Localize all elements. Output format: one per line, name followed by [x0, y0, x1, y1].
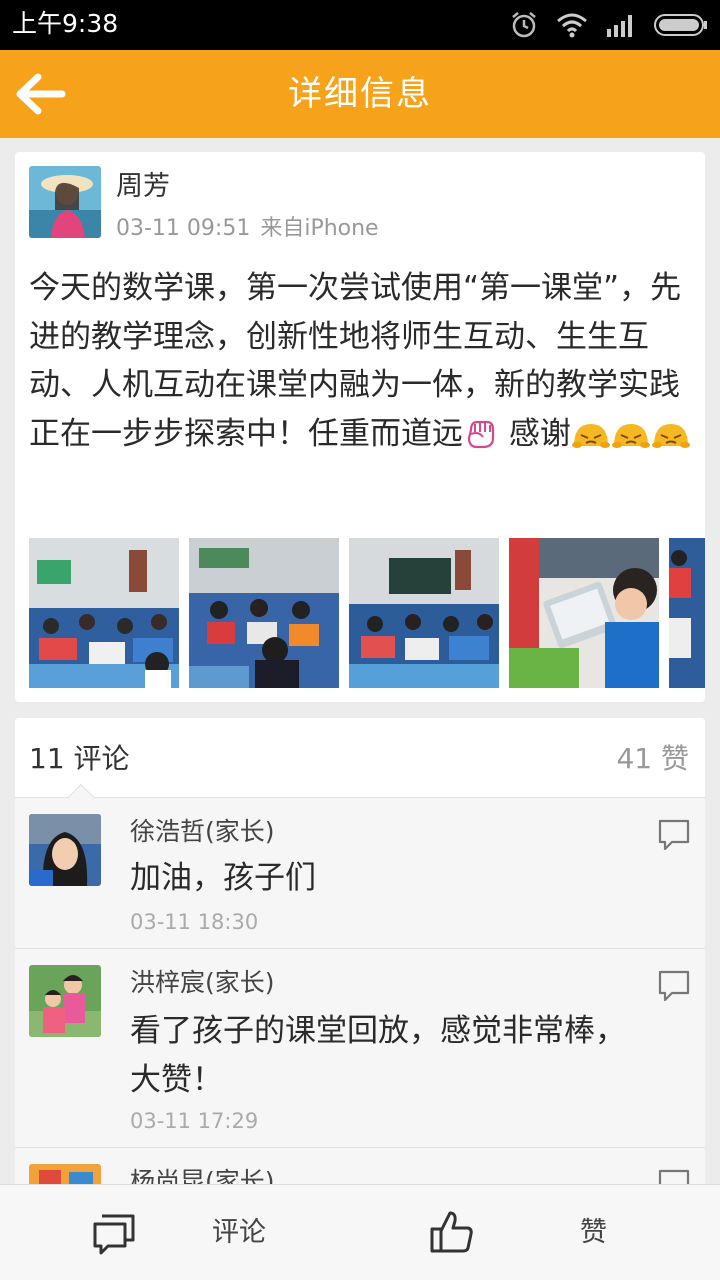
comment-count[interactable]: 11 评论	[29, 742, 130, 776]
classroom-photo[interactable]	[669, 538, 705, 688]
reply-button[interactable]	[657, 969, 691, 1003]
comment-item: 徐浩哲(家长) 加油，孩子们 03-11 18:30	[15, 798, 705, 949]
post-meta: 03-11 09:51 来自iPhone	[116, 214, 379, 244]
post-source: 来自iPhone	[260, 216, 379, 241]
comments-header: 11 评论 41 赞	[15, 718, 705, 798]
bottom-action-bar: 评论 赞	[0, 1184, 720, 1280]
author-avatar[interactable]	[29, 166, 101, 238]
comment-button-label: 评论	[212, 1217, 266, 1248]
like-button[interactable]: 赞	[420, 1185, 640, 1280]
status-icons	[510, 10, 708, 40]
commenter-name[interactable]: 徐浩哲(家长)	[130, 816, 275, 848]
comment-time: 03-11 17:29	[130, 1109, 259, 1133]
comment-time: 03-11 18:30	[130, 910, 259, 934]
like-button-label: 赞	[580, 1217, 607, 1248]
commenter-avatar[interactable]	[29, 965, 101, 1037]
commenter-name[interactable]: 洪梓宸(家长)	[130, 967, 275, 999]
page-title: 详细信息	[288, 74, 432, 114]
comment-button[interactable]: 评论	[80, 1185, 300, 1280]
status-bar: 上午9:38	[0, 0, 720, 50]
bow-emoji-icon	[571, 423, 610, 448]
battery-icon	[654, 14, 707, 36]
comment-text: 看了孩子的课堂回放，感觉非常棒，大赞！	[130, 1013, 626, 1098]
signal-icon	[607, 15, 632, 37]
post-text-thanks: 感谢	[499, 415, 571, 452]
comments-card: 11 评论 41 赞 徐浩哲(家长) 加油，孩子们 03-11 18:30 洪梓…	[15, 718, 705, 1188]
reply-button[interactable]	[657, 818, 691, 852]
app-bar: 详细信息	[0, 50, 720, 138]
thumbs-up-icon	[430, 1211, 473, 1253]
bow-emoji-icon	[651, 423, 690, 448]
wifi-icon	[557, 13, 587, 38]
classroom-photo[interactable]	[509, 538, 659, 688]
comment-text: 加油，孩子们	[130, 860, 316, 896]
classroom-photo[interactable]	[349, 538, 499, 688]
bow-emoji-icon	[611, 423, 650, 448]
commenter-avatar[interactable]	[29, 814, 101, 886]
like-count[interactable]: 41 赞	[616, 742, 689, 776]
post-text: 今天的数学课，第一次尝试使用“第一课堂”，先进的教学理念，创新性地将师生互动、生…	[29, 264, 694, 458]
photo-strip	[29, 538, 705, 688]
comment-icon	[93, 1214, 135, 1255]
classroom-photo[interactable]	[189, 538, 339, 688]
post-time: 03-11 09:51	[116, 216, 251, 241]
comment-item: 杨尚昆(家长)	[15, 1148, 705, 1188]
classroom-photo[interactable]	[29, 538, 179, 688]
reply-icon	[658, 970, 690, 1002]
post-card: 周芳 03-11 09:51 来自iPhone 今天的数学课，第一次尝试使用“第一…	[15, 152, 705, 702]
fist-emoji-icon	[467, 420, 495, 448]
comment-item: 洪梓宸(家长) 看了孩子的课堂回放，感觉非常棒，大赞！ 03-11 17:29	[15, 949, 705, 1148]
alarm-icon	[512, 12, 536, 38]
author-name[interactable]: 周芳	[116, 170, 170, 204]
status-time: 上午9:38	[12, 9, 119, 38]
reply-icon	[658, 819, 690, 851]
